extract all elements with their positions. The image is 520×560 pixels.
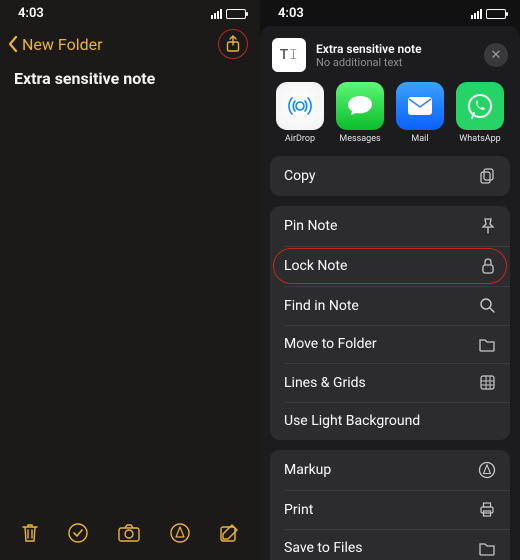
share-sheet-header: T𝙸 Extra sensitive note No additional te… <box>270 36 510 82</box>
action-group-1: Copy <box>270 156 510 196</box>
draw-button[interactable] <box>169 522 191 544</box>
messages-icon <box>336 82 384 130</box>
action-print[interactable]: Print <box>270 490 510 529</box>
share-apps-row: AirDrop Messages Mail WhatsApp <box>270 82 510 156</box>
checklist-icon <box>67 522 89 544</box>
share-sheet-subtitle: No additional text <box>316 56 474 69</box>
action-label: Use Light Background <box>284 413 420 429</box>
action-label: Lines & Grids <box>284 375 366 391</box>
status-icons <box>211 9 246 19</box>
share-sheet-title: Extra sensitive note <box>316 42 474 56</box>
back-label: New Folder <box>22 35 103 54</box>
action-markup[interactable]: Markup <box>270 450 510 490</box>
share-sheet: T𝙸 Extra sensitive note No additional te… <box>260 26 520 560</box>
action-label: Pin Note <box>284 218 337 234</box>
battery-icon <box>486 9 506 19</box>
camera-icon <box>117 523 141 543</box>
lock-icon <box>480 257 496 275</box>
markup-icon <box>478 461 496 479</box>
share-sheet-titles: Extra sensitive note No additional text <box>316 42 474 69</box>
checklist-button[interactable] <box>67 522 89 544</box>
chevron-left-icon <box>6 35 20 53</box>
bottom-toolbar <box>0 512 260 560</box>
search-icon <box>479 297 496 314</box>
action-lock-note[interactable]: Lock Note <box>270 246 510 286</box>
share-app-mail[interactable]: Mail <box>392 82 448 144</box>
action-label: Find in Note <box>284 298 359 314</box>
status-icons <box>471 9 506 19</box>
action-move-to-folder[interactable]: Move to Folder <box>270 325 510 363</box>
status-time: 4:03 <box>278 6 304 21</box>
phone-right-share-sheet: 4:03 T𝙸 Extra sensitive note No addition… <box>260 0 520 560</box>
folder-icon <box>478 337 496 352</box>
trash-icon <box>20 522 40 544</box>
share-button[interactable] <box>218 29 248 59</box>
status-time: 4:03 <box>18 6 44 21</box>
share-icon <box>225 35 241 53</box>
phone-left-notes: 4:03 New Folder Extra sensitive note <box>0 0 260 560</box>
action-label: Markup <box>284 462 331 478</box>
action-copy[interactable]: Copy <box>270 156 510 196</box>
signal-icon <box>211 9 222 19</box>
compose-button[interactable] <box>218 522 240 544</box>
action-save-to-files[interactable]: Save to Files <box>270 529 510 560</box>
status-bar: 4:03 <box>260 0 520 23</box>
trash-button[interactable] <box>20 522 40 544</box>
app-label: AirDrop <box>285 134 315 144</box>
print-icon <box>478 501 496 518</box>
app-label: Messages <box>339 134 380 144</box>
nav-row: New Folder <box>0 23 260 61</box>
battery-icon <box>226 9 246 19</box>
mail-icon <box>396 82 444 130</box>
back-button[interactable]: New Folder <box>6 35 103 54</box>
draw-icon <box>169 522 191 544</box>
action-label: Move to Folder <box>284 336 377 352</box>
share-app-whatsapp[interactable]: WhatsApp <box>452 82 508 144</box>
action-lines-grids[interactable]: Lines & Grids <box>270 363 510 402</box>
app-label: Mail <box>411 134 428 144</box>
status-bar: 4:03 <box>0 0 260 23</box>
app-label: WhatsApp <box>459 134 500 144</box>
action-label: Copy <box>284 168 316 184</box>
compose-icon <box>218 522 240 544</box>
note-thumbnail: T𝙸 <box>272 38 306 72</box>
folder-icon <box>478 541 496 556</box>
whatsapp-icon <box>456 82 504 130</box>
action-pin-note[interactable]: Pin Note <box>270 206 510 246</box>
camera-button[interactable] <box>117 523 141 543</box>
action-label: Print <box>284 502 313 518</box>
action-group-3: Markup Print Save to Files Show File Siz… <box>270 450 510 560</box>
share-app-messages[interactable]: Messages <box>332 82 388 144</box>
action-light-background[interactable]: Use Light Background <box>270 402 510 440</box>
action-label: Save to Files <box>284 540 363 556</box>
action-label: Lock Note <box>284 258 347 274</box>
share-app-airdrop[interactable]: AirDrop <box>272 82 328 144</box>
pin-icon <box>480 217 496 235</box>
grid-icon <box>479 374 496 391</box>
signal-icon <box>471 9 482 19</box>
action-group-2: Pin Note Lock Note Find in Note Move t <box>270 206 510 440</box>
close-button[interactable]: ✕ <box>484 43 508 67</box>
airdrop-icon <box>276 82 324 130</box>
copy-icon <box>478 167 496 185</box>
note-title: Extra sensitive note <box>0 61 260 96</box>
action-find-in-note[interactable]: Find in Note <box>270 286 510 325</box>
